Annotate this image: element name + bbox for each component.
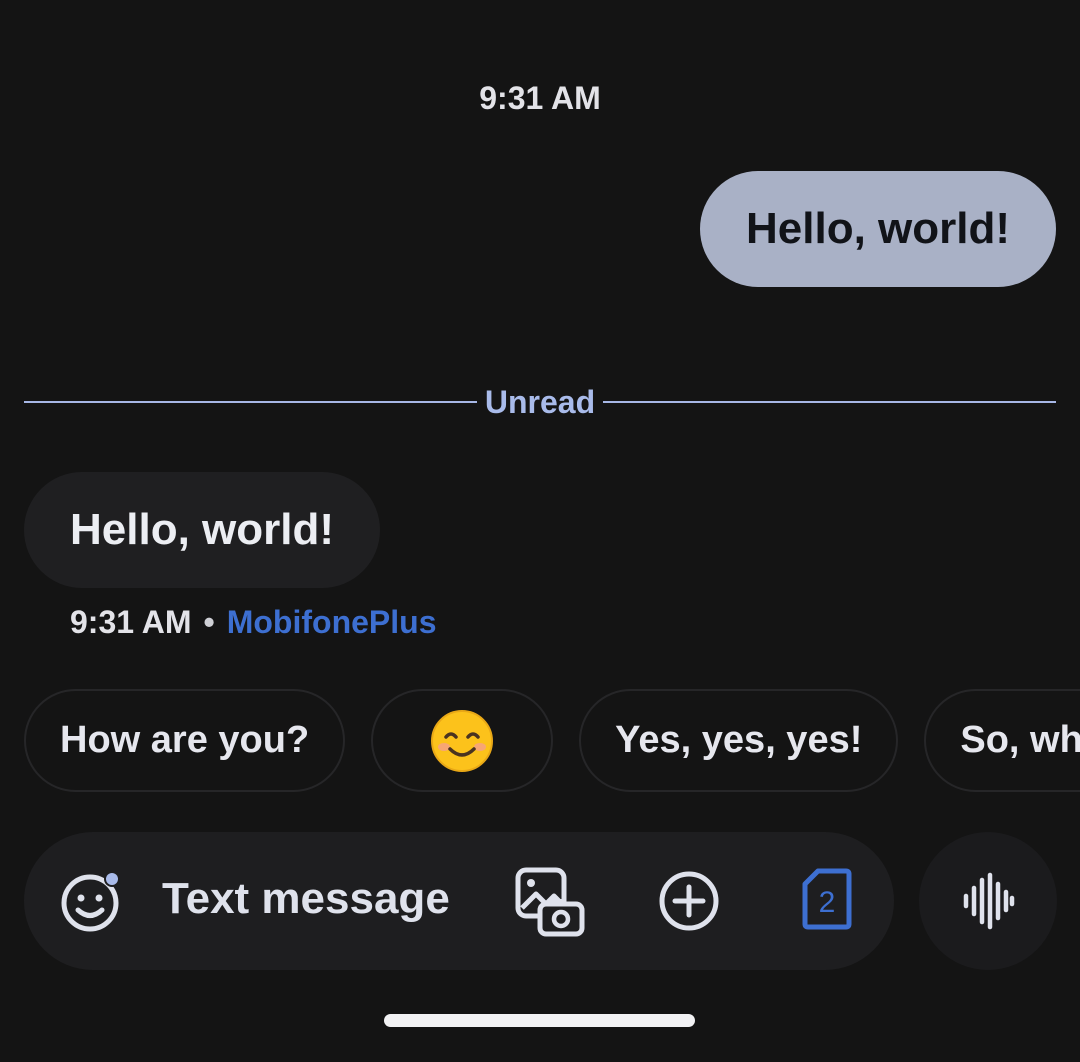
gallery-camera-icon [515, 867, 585, 937]
smart-reply-row: How are you? Yes, yes, yes! So, wha [24, 689, 1080, 792]
incoming-message-time: 9:31 AM [70, 604, 192, 640]
voice-waveform-icon [963, 872, 1015, 930]
sim-badge-number: 2 [819, 886, 836, 919]
outgoing-message-bubble[interactable]: Hello, world! [700, 171, 1056, 287]
emoji-button[interactable] [60, 869, 124, 933]
sim-card-icon: 2 [802, 868, 852, 930]
incoming-message-meta: 9:31 AM • MobifonePlus [70, 604, 436, 641]
add-icon [659, 871, 719, 931]
smart-reply-chip[interactable]: So, wha [924, 689, 1080, 792]
voice-message-button[interactable] [919, 832, 1057, 970]
gallery-camera-button[interactable] [514, 866, 586, 938]
sim-select-button[interactable]: 2 [802, 868, 852, 930]
unread-divider: Unread [24, 380, 1056, 424]
smart-reply-chip[interactable]: Yes, yes, yes! [579, 689, 899, 792]
message-composer: Text message 2 [24, 832, 894, 970]
emoji-icon [61, 871, 120, 932]
meta-separator: • [203, 604, 215, 640]
smiling-face-icon [431, 709, 494, 772]
text-message-input[interactable]: Text message [162, 874, 450, 924]
divider-line-left [24, 401, 477, 403]
smart-reply-emoji-chip[interactable] [371, 689, 554, 792]
unread-label: Unread [484, 383, 596, 420]
conversation-screen: 9:31 AM Hello, world! Unread Hello, worl… [0, 0, 1080, 1062]
add-attachment-button[interactable] [658, 870, 720, 932]
smart-reply-chip[interactable]: How are you? [24, 689, 346, 792]
message-timestamp: 9:31 AM [479, 80, 601, 116]
gesture-home-bar[interactable] [384, 1014, 695, 1027]
sim-name-label: MobifonePlus [226, 604, 437, 640]
divider-line-right [603, 401, 1056, 403]
incoming-message-bubble[interactable]: Hello, world! [24, 472, 380, 588]
